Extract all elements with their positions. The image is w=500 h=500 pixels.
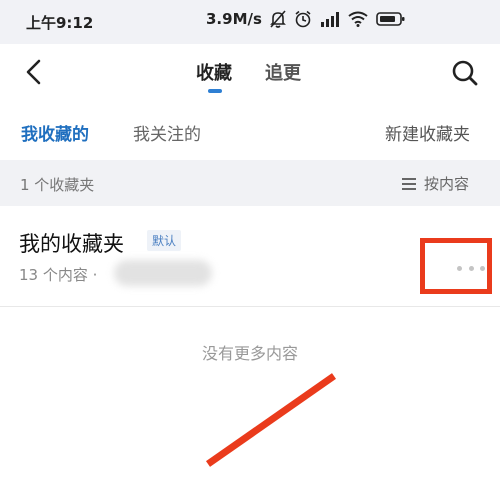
network-speed: 3.9M/s	[206, 10, 262, 28]
nav-bar: 收藏 追更	[0, 44, 500, 101]
default-badge: 默认	[147, 230, 182, 251]
active-tab-indicator	[208, 89, 222, 93]
sort-label: 按内容	[424, 175, 470, 193]
subtab-my-favorites[interactable]: 我收藏的	[21, 120, 89, 145]
chevron-left-icon	[26, 59, 41, 85]
subtab-followed[interactable]: 我关注的	[133, 120, 201, 145]
list-icon	[402, 177, 416, 190]
search-button[interactable]	[450, 58, 480, 88]
folder-meta: 13 个内容 ·	[19, 266, 98, 284]
battery-icon	[376, 11, 406, 27]
blurred-info	[114, 260, 212, 286]
status-time: 上午9:12	[26, 14, 94, 32]
back-button[interactable]	[22, 58, 46, 86]
search-icon	[452, 60, 478, 86]
no-more-content: 没有更多内容	[201, 344, 298, 363]
subtab-bar: 我收藏的 我关注的 新建收藏夹	[0, 100, 500, 160]
alarm-icon	[294, 10, 312, 28]
annotation-highlight-box	[420, 238, 492, 294]
sort-button[interactable]: 按内容	[402, 173, 469, 194]
wifi-icon	[348, 11, 368, 27]
tab-follow-updates[interactable]: 追更	[265, 59, 301, 85]
status-icons: 3.9M/s	[206, 10, 406, 28]
new-folder-button[interactable]: 新建收藏夹	[385, 120, 470, 145]
signal-icon	[320, 11, 340, 27]
annotation-arrow	[205, 373, 337, 467]
folder-count: 1 个收藏夹	[20, 176, 95, 194]
status-bar: 上午9:12 3.9M/s	[0, 0, 500, 44]
folder-summary-bar: 1 个收藏夹 按内容	[0, 160, 500, 206]
tab-favorites[interactable]: 收藏	[196, 59, 232, 85]
folder-name: 我的收藏夹	[19, 232, 124, 256]
bell-muted-icon	[269, 10, 286, 28]
